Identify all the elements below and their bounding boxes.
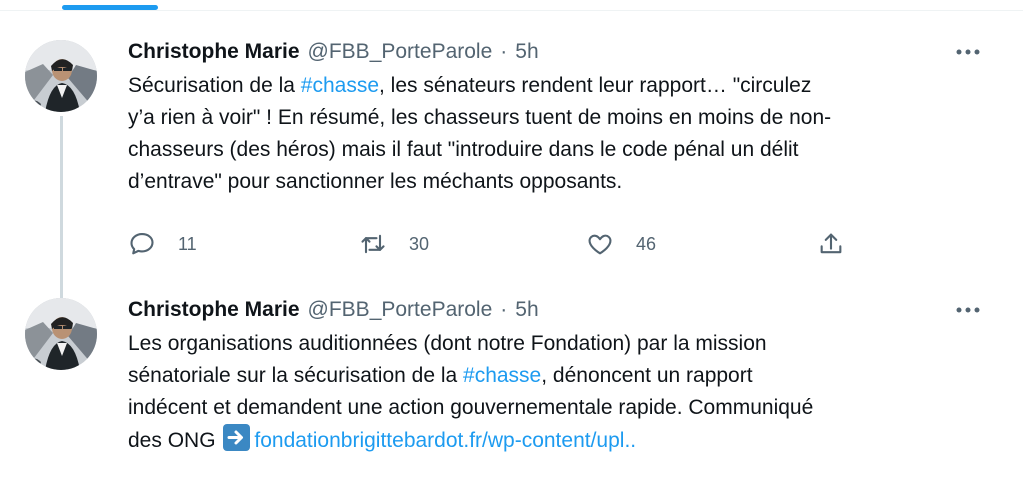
reply-icon bbox=[130, 233, 154, 255]
tweet-header: Christophe Marie @FBB_PorteParole · 5h bbox=[128, 298, 539, 322]
tweet-text-line: d’entrave" pour sanctionner les méchants… bbox=[128, 170, 623, 193]
tweet-text-line: indécent et demandent une action gouvern… bbox=[128, 396, 814, 419]
author-handle[interactable]: @FBB_PorteParole bbox=[308, 298, 493, 322]
hashtag-link[interactable]: #chasse bbox=[463, 364, 541, 387]
tweet-text-line: Les organisations auditionnées (dont not… bbox=[128, 332, 767, 355]
tweet-thread-screenshot: Christophe Marie @FBB_PorteParole · 5h S… bbox=[0, 0, 1023, 491]
tweet-header: Christophe Marie @FBB_PorteParole · 5h bbox=[128, 40, 539, 64]
more-horizontal-icon bbox=[956, 49, 980, 55]
arrow-icon bbox=[227, 430, 244, 445]
author-name[interactable]: Christophe Marie bbox=[128, 40, 300, 64]
author-avatar[interactable] bbox=[25, 298, 97, 370]
tweet-timestamp[interactable]: 5h bbox=[515, 40, 538, 64]
tweet-text-line: chasseurs (des héros) mais il faut "intr… bbox=[128, 138, 799, 161]
header-separator: · bbox=[500, 298, 508, 321]
author-handle[interactable]: @FBB_PorteParole bbox=[308, 40, 493, 64]
tweet-text-segment: , dénoncent un rapport bbox=[541, 364, 753, 387]
tweet-actions: 11 30 46 bbox=[128, 225, 851, 263]
share-button[interactable] bbox=[817, 225, 845, 263]
tweet-text: Les organisations auditionnées (dont not… bbox=[128, 328, 973, 457]
like-button[interactable]: 46 bbox=[586, 225, 656, 263]
avatar-photo-icon bbox=[25, 40, 97, 112]
retweet-icon bbox=[361, 234, 385, 254]
top-divider bbox=[0, 10, 1023, 11]
article-link[interactable]: fondationbrigittebardot.fr/wp-content/up… bbox=[254, 429, 636, 452]
more-options-button[interactable] bbox=[946, 296, 990, 324]
more-horizontal-icon bbox=[956, 307, 980, 313]
like-count: 46 bbox=[636, 234, 657, 254]
tweet-text-line: Sécurisation de la #chasse, les sénateur… bbox=[128, 70, 973, 102]
author-name[interactable]: Christophe Marie bbox=[128, 298, 300, 322]
header-separator: · bbox=[500, 40, 508, 63]
author-avatar[interactable] bbox=[25, 40, 97, 112]
thread-connector-line bbox=[60, 116, 63, 312]
tweet-text-line: sénatoriale sur la sécurisation de la #c… bbox=[128, 360, 973, 392]
tweet-text-line: y’a rien à voir" ! En résumé, les chasse… bbox=[128, 106, 832, 129]
avatar-photo-icon bbox=[25, 298, 97, 370]
tweet-card[interactable]: Christophe Marie @FBB_PorteParole · 5h L… bbox=[0, 290, 1023, 491]
tweet-text-segment: sénatoriale sur la sécurisation de la bbox=[128, 364, 464, 387]
tweet-text-line: des ONG fondationbrigittebardot.fr/wp-co… bbox=[128, 424, 973, 457]
tweet-timestamp[interactable]: 5h bbox=[515, 298, 538, 322]
like-icon bbox=[588, 234, 612, 255]
tweet-text: Sécurisation de la #chasse, les sénateur… bbox=[128, 70, 973, 198]
tweet-card[interactable]: Christophe Marie @FBB_PorteParole · 5h S… bbox=[0, 32, 1023, 312]
share-icon bbox=[820, 233, 842, 254]
retweet-button[interactable]: 30 bbox=[359, 225, 429, 263]
tweet-text-segment: , les sénateurs rendent leur rapport… "c… bbox=[379, 74, 812, 97]
reply-count: 11 bbox=[178, 234, 197, 254]
tweet-text-segment: des ONG bbox=[128, 429, 222, 452]
right-arrow-emoji-icon bbox=[223, 424, 251, 451]
tweet-text-segment: Sécurisation de la bbox=[128, 74, 301, 97]
hashtag-link[interactable]: #chasse bbox=[301, 74, 379, 97]
reply-button[interactable]: 11 bbox=[128, 225, 197, 263]
more-options-button[interactable] bbox=[946, 38, 990, 66]
retweet-count: 30 bbox=[409, 234, 430, 254]
